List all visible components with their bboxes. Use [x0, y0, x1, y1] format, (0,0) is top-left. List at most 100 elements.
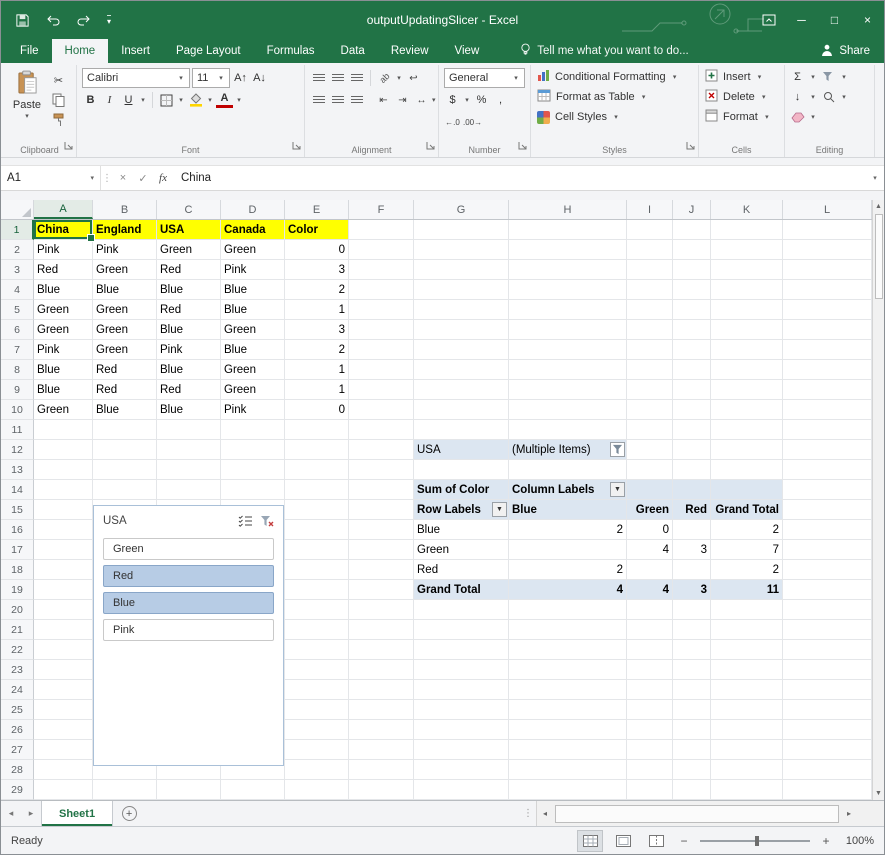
cell-K20[interactable]: [711, 600, 783, 620]
cell-F28[interactable]: [349, 760, 414, 780]
cell-J3[interactable]: [673, 260, 711, 280]
cell-E16[interactable]: [285, 520, 349, 540]
cell-H17[interactable]: [509, 540, 627, 560]
name-box[interactable]: A1 ▾: [1, 166, 101, 190]
tab-home[interactable]: Home: [52, 39, 109, 63]
vertical-scroll-thumb[interactable]: [875, 214, 883, 299]
cell-H11[interactable]: [509, 420, 627, 440]
cell-L18[interactable]: [783, 560, 872, 580]
cell-A21[interactable]: [34, 620, 93, 640]
column-labels-dropdown-icon[interactable]: ▼: [610, 482, 625, 497]
cell-J29[interactable]: [673, 780, 711, 800]
tab-view[interactable]: View: [442, 39, 493, 63]
align-left-icon[interactable]: [310, 91, 327, 109]
cell-K22[interactable]: [711, 640, 783, 660]
fill-icon[interactable]: ↓: [789, 88, 806, 106]
cell-E14[interactable]: [285, 480, 349, 500]
cell-F29[interactable]: [349, 780, 414, 800]
cell-F23[interactable]: [349, 660, 414, 680]
cell-J19[interactable]: 3: [673, 580, 711, 600]
tab-insert[interactable]: Insert: [108, 39, 163, 63]
cell-H28[interactable]: [509, 760, 627, 780]
cell-C10[interactable]: Blue: [157, 400, 221, 420]
cell-E7[interactable]: 2: [285, 340, 349, 360]
decrease-decimal-icon[interactable]: .00→: [463, 113, 482, 131]
cell-F26[interactable]: [349, 720, 414, 740]
cell-B7[interactable]: Green: [93, 340, 157, 360]
cell-A23[interactable]: [34, 660, 93, 680]
cell-I24[interactable]: [627, 680, 673, 700]
row-header-10[interactable]: 10: [1, 400, 34, 420]
cell-E2[interactable]: 0: [285, 240, 349, 260]
cell-A15[interactable]: [34, 500, 93, 520]
slicer-item-blue[interactable]: Blue: [103, 592, 274, 614]
cell-E8[interactable]: 1: [285, 360, 349, 380]
fill-dropdown-icon[interactable]: ▾: [809, 93, 817, 101]
cell-I18[interactable]: [627, 560, 673, 580]
comma-format-icon[interactable]: ,: [492, 91, 509, 109]
cell-H14[interactable]: Column Labels▼: [509, 480, 627, 500]
cell-E6[interactable]: 3: [285, 320, 349, 340]
cell-D8[interactable]: Green: [221, 360, 285, 380]
cell-D3[interactable]: Pink: [221, 260, 285, 280]
column-header-K[interactable]: K: [711, 200, 783, 219]
cancel-icon[interactable]: ×: [113, 172, 133, 184]
cell-G15[interactable]: Row Labels▼: [414, 500, 509, 520]
cell-I23[interactable]: [627, 660, 673, 680]
cell-I19[interactable]: 4: [627, 580, 673, 600]
font-name-select[interactable]: Calibri▾: [82, 68, 190, 88]
zoom-slider[interactable]: [700, 840, 810, 842]
column-header-B[interactable]: B: [93, 200, 157, 219]
cell-H8[interactable]: [509, 360, 627, 380]
cell-G9[interactable]: [414, 380, 509, 400]
tab-review[interactable]: Review: [378, 39, 442, 63]
tab-scroll-splitter[interactable]: ⋮: [520, 801, 536, 826]
cell-K27[interactable]: [711, 740, 783, 760]
cell-F24[interactable]: [349, 680, 414, 700]
cell-H3[interactable]: [509, 260, 627, 280]
row-header-25[interactable]: 25: [1, 700, 34, 720]
scroll-up-icon[interactable]: ▲: [875, 200, 882, 213]
cell-H15[interactable]: Blue: [509, 500, 627, 520]
bold-button[interactable]: B: [82, 91, 99, 109]
cell-H1[interactable]: [509, 220, 627, 240]
cell-J7[interactable]: [673, 340, 711, 360]
column-header-A[interactable]: A: [34, 200, 93, 219]
cell-A19[interactable]: [34, 580, 93, 600]
cell-F14[interactable]: [349, 480, 414, 500]
formula-input[interactable]: China: [173, 172, 866, 184]
cell-J9[interactable]: [673, 380, 711, 400]
cell-B5[interactable]: Green: [93, 300, 157, 320]
cell-F4[interactable]: [349, 280, 414, 300]
cell-G21[interactable]: [414, 620, 509, 640]
cell-E10[interactable]: 0: [285, 400, 349, 420]
cell-J21[interactable]: [673, 620, 711, 640]
cell-I15[interactable]: Green: [627, 500, 673, 520]
cell-E24[interactable]: [285, 680, 349, 700]
cell-E25[interactable]: [285, 700, 349, 720]
cell-C1[interactable]: USA: [157, 220, 221, 240]
row-header-4[interactable]: 4: [1, 280, 34, 300]
align-bottom-icon[interactable]: [348, 69, 365, 87]
row-header-22[interactable]: 22: [1, 640, 34, 660]
cell-C11[interactable]: [157, 420, 221, 440]
cell-J25[interactable]: [673, 700, 711, 720]
cell-G29[interactable]: [414, 780, 509, 800]
find-select-dropdown-icon[interactable]: ▾: [840, 93, 848, 101]
cell-C3[interactable]: Red: [157, 260, 221, 280]
cell-H26[interactable]: [509, 720, 627, 740]
redo-icon[interactable]: [76, 14, 92, 26]
font-color-dropdown-icon[interactable]: ▾: [235, 96, 243, 104]
cell-D12[interactable]: [221, 440, 285, 460]
cell-L15[interactable]: [783, 500, 872, 520]
cell-G12[interactable]: USA: [414, 440, 509, 460]
cell-H21[interactable]: [509, 620, 627, 640]
cell-J20[interactable]: [673, 600, 711, 620]
cell-F2[interactable]: [349, 240, 414, 260]
row-header-7[interactable]: 7: [1, 340, 34, 360]
cell-B4[interactable]: Blue: [93, 280, 157, 300]
cell-A25[interactable]: [34, 700, 93, 720]
autosum-icon[interactable]: Σ: [789, 68, 806, 86]
pivot-filter-funnel-icon[interactable]: [610, 442, 625, 457]
cell-F11[interactable]: [349, 420, 414, 440]
